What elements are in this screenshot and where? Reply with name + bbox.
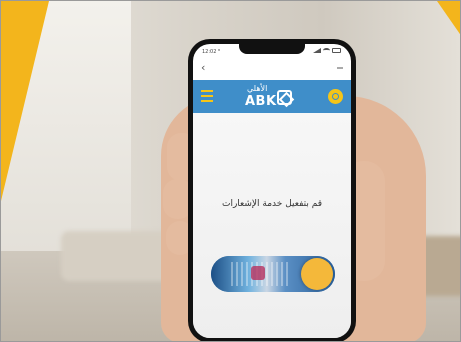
enable-notifications-prompt: قم بتفعيل خدمة الإشعارات (221, 199, 323, 209)
main-content: قم بتفعيل خدمة الإشعارات (193, 113, 351, 338)
signal-icon (313, 48, 321, 53)
yellow-accent-right (437, 1, 460, 37)
battery-icon (332, 48, 341, 53)
logo-mark-icon (277, 90, 292, 105)
abk-logo: الأهلي ABK (243, 84, 303, 110)
wifi-icon (323, 48, 330, 53)
toggle-knob[interactable] (301, 258, 333, 290)
enable-notifications-toggle[interactable] (211, 256, 335, 292)
smartphone: 12:02 ⁸ ‹ الأهلي ABK قم بتفعيل خدمة الإش… (188, 39, 356, 341)
close-icon[interactable] (337, 67, 343, 69)
status-time: 12:02 ⁸ (202, 49, 221, 55)
status-bar: 12:02 ⁸ (193, 44, 351, 58)
app-header: الأهلي ABK (193, 80, 351, 113)
status-icons (313, 48, 341, 53)
logo-arabic-text: الأهلي (247, 84, 268, 93)
background-scene: 12:02 ⁸ ‹ الأهلي ABK قم بتفعيل خدمة الإش… (0, 0, 461, 342)
logo-text: ABK (245, 94, 277, 109)
phone-screen: 12:02 ⁸ ‹ الأهلي ABK قم بتفعيل خدمة الإش… (193, 44, 351, 338)
coin-icon[interactable] (328, 89, 343, 104)
nav-bar: ‹ (193, 61, 351, 75)
hamburger-menu-icon[interactable] (201, 90, 213, 102)
back-icon[interactable]: ‹ (201, 61, 205, 75)
card-emblem (251, 266, 265, 280)
